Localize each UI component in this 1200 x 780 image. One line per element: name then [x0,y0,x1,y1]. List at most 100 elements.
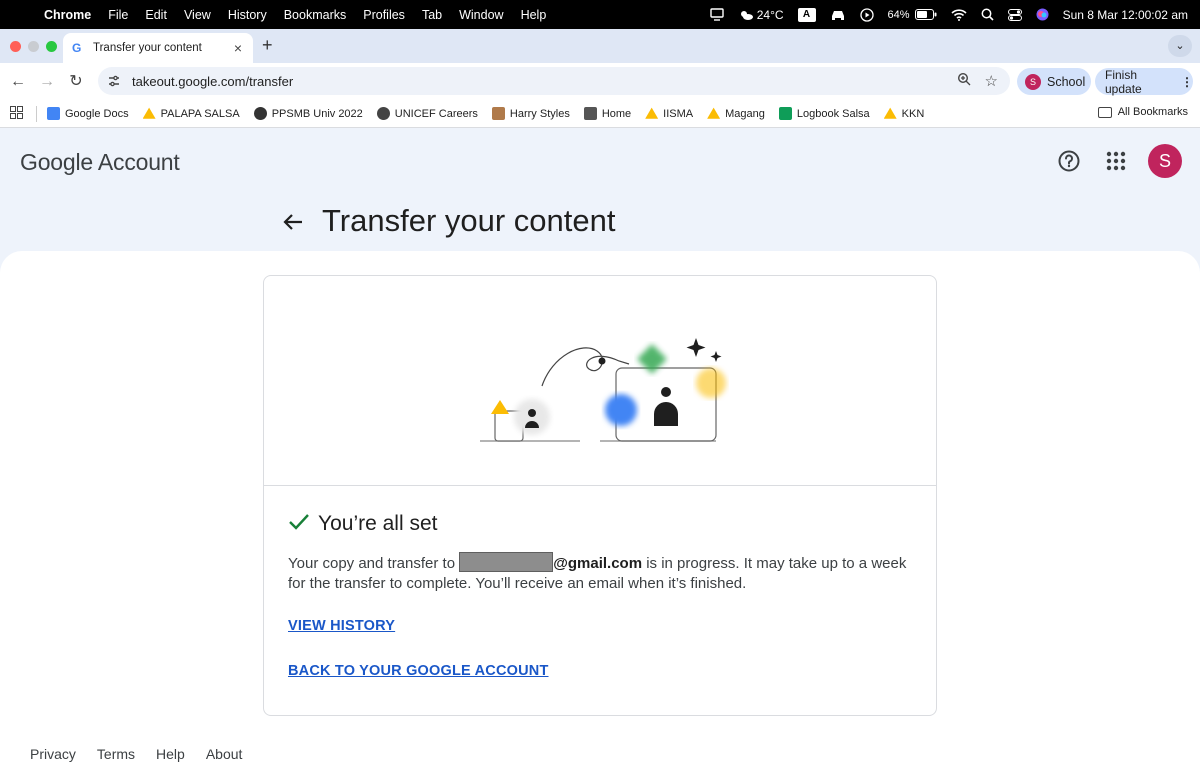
forward-button[interactable]: → [37,72,57,92]
battery-percent: 64% [887,8,910,21]
bookmark-label: Google Docs [65,107,129,120]
home-site-icon [583,107,597,120]
tab-transfer-your-content[interactable]: G Transfer your content × [63,33,253,63]
menu-history[interactable]: History [228,8,267,22]
status-text: You’re all set [318,512,438,535]
ppsmb-icon [253,107,267,120]
reload-button[interactable]: ↻ [66,72,86,92]
drive-icon [883,107,897,119]
bookmark-label: Harry Styles [509,107,570,120]
address-bar[interactable]: takeout.google.com/transfer ☆ [98,67,1010,95]
footer-help-link[interactable]: Help [156,746,185,762]
zoom-icon[interactable] [957,72,971,91]
drive-icon [707,107,721,119]
tab-search-button[interactable]: ⌄ [1168,35,1192,57]
bookmark-label: Home [601,107,632,120]
bookmark-item[interactable]: PALAPA SALSA [142,107,240,120]
play-icon[interactable] [859,7,874,22]
docs-icon [47,107,60,120]
menu-help[interactable]: Help [521,8,547,22]
bookmark-label: Magang [725,107,765,120]
control-center-icon[interactable] [1007,8,1022,21]
finish-update-button[interactable]: Finish update ⋮ [1095,68,1193,96]
back-to-google-account-link[interactable]: BACK TO YOUR GOOGLE ACCOUNT [288,663,549,679]
window-close-button[interactable] [10,41,21,52]
input-source-icon[interactable]: A [797,7,816,22]
back-button[interactable]: ← [8,72,28,92]
profile-label: School [1047,74,1086,89]
menu-edit[interactable]: Edit [145,8,167,22]
view-history-link[interactable]: VIEW HISTORY [288,618,395,634]
bookmark-item[interactable]: Logbook Salsa [778,107,870,120]
footer-about-link[interactable]: About [206,746,243,762]
siri-icon[interactable] [1036,8,1049,21]
battery-icon [914,9,937,20]
bookmark-label: KKN [901,107,925,120]
display-icon[interactable] [710,8,724,21]
menu-bookmarks[interactable]: Bookmarks [284,8,347,22]
bookmark-star-icon[interactable]: ☆ [985,72,998,90]
bookmark-item[interactable]: PPSMB Univ 2022 [253,107,363,120]
menu-window[interactable]: Window [459,8,503,22]
menu-profiles[interactable]: Profiles [363,8,405,22]
back-arrow-icon[interactable] [282,211,304,238]
bookmark-label: PPSMB Univ 2022 [271,107,363,120]
bookmark-label: PALAPA SALSA [160,107,240,120]
drive-icon [645,107,659,119]
battery-widget[interactable]: 64% [888,9,937,21]
redacted-email-block [459,552,554,572]
footer-links: Privacy Terms Help About [30,746,242,762]
footer-terms-link[interactable]: Terms [97,746,135,762]
page-title: Transfer your content [322,203,616,238]
bookmark-item[interactable]: Google Docs [47,107,129,120]
weather-temp: 24°C [756,7,784,22]
tab-close-icon[interactable]: × [229,40,247,56]
window-minimize-button[interactable] [28,41,39,52]
more-options-icon[interactable]: ⋮ [1181,75,1193,89]
sheets-icon [778,107,792,120]
bookmark-item[interactable]: Harry Styles [491,107,570,120]
menubar-clock[interactable]: Sun 8 Mar 12:00:02 am [1063,8,1188,22]
bookmark-item[interactable]: Magang [707,107,765,120]
menu-file[interactable]: File [108,8,128,22]
url-text[interactable]: takeout.google.com/transfer [132,74,957,89]
browser-toolbar: ← → ↻ takeout.google.com/transfer ☆ S Sc… [0,63,1200,100]
bookmark-item[interactable]: UNICEF Careers [376,107,478,120]
apps-grid-icon[interactable] [10,105,24,122]
google-account-logo[interactable]: Google Account [20,149,180,176]
profile-avatar: S [1025,73,1041,90]
footer-privacy-link[interactable]: Privacy [30,746,76,762]
drive-icon [142,107,156,119]
transfer-message: Your copy and transfer to @gmail.com is … [288,552,908,594]
site-info-icon[interactable] [107,74,121,88]
bookmark-label: Logbook Salsa [796,107,870,120]
message-intro: Your copy and transfer to [288,555,460,572]
google-favicon-icon: G [72,41,82,55]
tab-strip: G Transfer your content × + ⌄ [0,29,1200,63]
car-icon[interactable] [830,9,846,21]
bookmarks-bar: Google Docs PALAPA SALSA PPSMB Univ 2022 UN… [0,100,1200,128]
all-bookmarks-button[interactable]: All Bookmarks [1097,106,1188,118]
profile-button[interactable]: S School [1017,68,1091,95]
bookmark-label: IISMA [663,107,694,120]
google-apps-icon[interactable] [1106,151,1126,176]
weather-widget[interactable]: 24°C [738,8,784,22]
bookmark-item[interactable]: IISMA [645,107,693,120]
wifi-icon[interactable] [951,8,967,21]
window-zoom-button[interactable] [46,41,57,52]
help-icon[interactable] [1058,150,1080,177]
all-bookmarks-label: All Bookmarks [1117,106,1188,118]
menu-tab[interactable]: Tab [422,8,442,22]
menu-view[interactable]: View [184,8,211,22]
spotlight-search-icon[interactable] [981,8,994,21]
bookmark-list: Google Docs PALAPA SALSA PPSMB Univ 2022 UN… [47,107,938,120]
transfer-illustration [264,276,936,486]
account-avatar[interactable]: S [1148,144,1182,178]
folder-icon [1097,106,1112,118]
weather-icon [738,9,754,21]
menu-chrome[interactable]: Chrome [44,8,91,22]
bookmarks-separator [36,105,37,122]
new-tab-button[interactable]: + [262,35,273,56]
bookmark-item[interactable]: KKN [883,107,925,120]
bookmark-item[interactable]: Home [583,107,632,120]
